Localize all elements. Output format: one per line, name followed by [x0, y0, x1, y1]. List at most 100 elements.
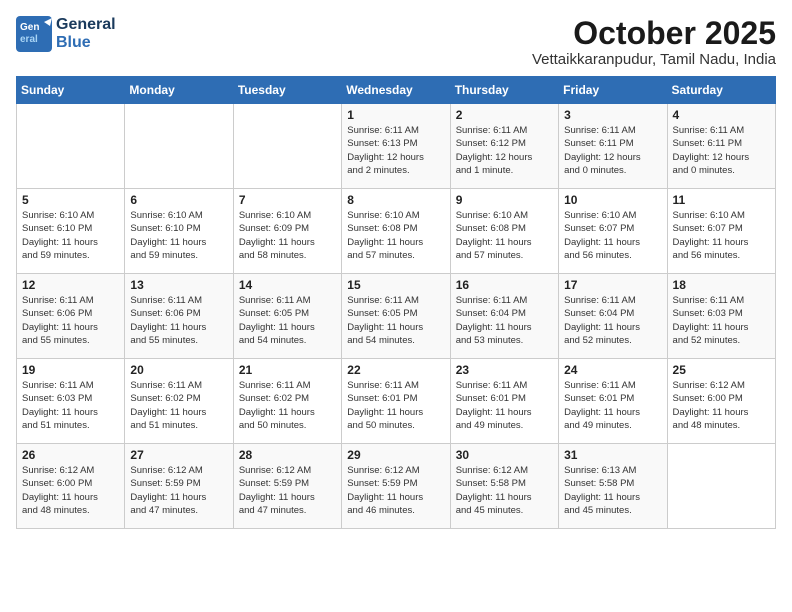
- cell-info: Sunrise: 6:10 AM Sunset: 6:07 PM Dayligh…: [564, 209, 661, 262]
- cell-info: Sunrise: 6:11 AM Sunset: 6:03 PM Dayligh…: [22, 379, 119, 432]
- day-number: 27: [130, 448, 227, 462]
- day-number: 10: [564, 193, 661, 207]
- day-number: 1: [347, 108, 444, 122]
- day-number: 3: [564, 108, 661, 122]
- calendar-cell: 30Sunrise: 6:12 AM Sunset: 5:58 PM Dayli…: [450, 444, 558, 529]
- calendar-cell: 27Sunrise: 6:12 AM Sunset: 5:59 PM Dayli…: [125, 444, 233, 529]
- calendar-cell: 14 Sunrise: 6:11 AM Sunset: 6:05 PM Dayli…: [233, 274, 341, 359]
- day-number: 17: [564, 278, 661, 292]
- day-number: 30: [456, 448, 553, 462]
- day-number: 24: [564, 363, 661, 377]
- column-header-thursday: Thursday: [450, 77, 558, 104]
- day-number: 12: [22, 278, 119, 292]
- calendar-cell: [125, 104, 233, 189]
- calendar-cell: 26Sunrise: 6:12 AM Sunset: 6:00 PM Dayli…: [17, 444, 125, 529]
- calendar-cell: 11 Sunrise: 6:10 AM Sunset: 6:07 PM Dayli…: [667, 189, 775, 274]
- calendar-cell: [233, 104, 341, 189]
- calendar-cell: 9Sunrise: 6:10 AM Sunset: 6:08 PM Daylig…: [450, 189, 558, 274]
- calendar-cell: 1Sunrise: 6:11 AM Sunset: 6:13 PM Daylig…: [342, 104, 450, 189]
- calendar-cell: 29 Sunrise: 6:12 AM Sunset: 5:59 PM Dayli…: [342, 444, 450, 529]
- calendar-header: SundayMondayTuesdayWednesdayThursdayFrid…: [17, 77, 776, 104]
- cell-info: Sunrise: 6:12 AM Sunset: 5:59 PM Dayligh…: [239, 464, 336, 517]
- column-header-tuesday: Tuesday: [233, 77, 341, 104]
- cell-info: Sunrise: 6:11 AM Sunset: 6:05 PM Dayligh…: [347, 294, 444, 347]
- day-number: 6: [130, 193, 227, 207]
- day-number: 14: [239, 278, 336, 292]
- day-number: 5: [22, 193, 119, 207]
- day-number: 11: [673, 193, 770, 207]
- day-number: 2: [456, 108, 553, 122]
- svg-text:eral: eral: [20, 34, 38, 45]
- calendar-cell: 10 Sunrise: 6:10 AM Sunset: 6:07 PM Dayli…: [559, 189, 667, 274]
- week-row-1: 1Sunrise: 6:11 AM Sunset: 6:13 PM Daylig…: [17, 104, 776, 189]
- cell-info: Sunrise: 6:11 AM Sunset: 6:01 PM Dayligh…: [564, 379, 661, 432]
- calendar-cell: 20 Sunrise: 6:11 AM Sunset: 6:02 PM Dayli…: [125, 359, 233, 444]
- day-number: 16: [456, 278, 553, 292]
- cell-info: Sunrise: 6:12 AM Sunset: 5:59 PM Dayligh…: [347, 464, 444, 517]
- cell-info: Sunrise: 6:11 AM Sunset: 6:06 PM Dayligh…: [130, 294, 227, 347]
- page-header: Gen eral General Blue October 2025 Vetta…: [16, 16, 776, 68]
- calendar-cell: 24 Sunrise: 6:11 AM Sunset: 6:01 PM Dayli…: [559, 359, 667, 444]
- calendar-cell: 3 Sunrise: 6:11 AM Sunset: 6:11 PM Daylig…: [559, 104, 667, 189]
- calendar-cell: [667, 444, 775, 529]
- calendar-cell: 4Sunrise: 6:11 AM Sunset: 6:11 PM Daylig…: [667, 104, 775, 189]
- logo-blue: Blue: [56, 34, 91, 52]
- cell-info: Sunrise: 6:11 AM Sunset: 6:06 PM Dayligh…: [22, 294, 119, 347]
- logo: Gen eral General Blue: [16, 16, 116, 52]
- cell-info: Sunrise: 6:11 AM Sunset: 6:01 PM Dayligh…: [456, 379, 553, 432]
- calendar-cell: 8 Sunrise: 6:10 AM Sunset: 6:08 PM Daylig…: [342, 189, 450, 274]
- column-header-wednesday: Wednesday: [342, 77, 450, 104]
- day-number: 7: [239, 193, 336, 207]
- cell-info: Sunrise: 6:11 AM Sunset: 6:04 PM Dayligh…: [456, 294, 553, 347]
- day-number: 20: [130, 363, 227, 377]
- cell-info: Sunrise: 6:11 AM Sunset: 6:02 PM Dayligh…: [130, 379, 227, 432]
- week-row-4: 19 Sunrise: 6:11 AM Sunset: 6:03 PM Dayli…: [17, 359, 776, 444]
- week-row-2: 5 Sunrise: 6:10 AM Sunset: 6:10 PM Daylig…: [17, 189, 776, 274]
- calendar-cell: 13Sunrise: 6:11 AM Sunset: 6:06 PM Dayli…: [125, 274, 233, 359]
- day-number: 22: [347, 363, 444, 377]
- calendar-cell: 2Sunrise: 6:11 AM Sunset: 6:12 PM Daylig…: [450, 104, 558, 189]
- day-number: 18: [673, 278, 770, 292]
- logo-icon: Gen eral: [16, 16, 52, 52]
- calendar-cell: 7 Sunrise: 6:10 AM Sunset: 6:09 PM Daylig…: [233, 189, 341, 274]
- title-block: October 2025 Vettaikkaranpudur, Tamil Na…: [532, 16, 776, 68]
- day-number: 23: [456, 363, 553, 377]
- calendar-body: 1Sunrise: 6:11 AM Sunset: 6:13 PM Daylig…: [17, 104, 776, 529]
- day-number: 19: [22, 363, 119, 377]
- cell-info: Sunrise: 6:10 AM Sunset: 6:08 PM Dayligh…: [347, 209, 444, 262]
- cell-info: Sunrise: 6:11 AM Sunset: 6:02 PM Dayligh…: [239, 379, 336, 432]
- week-row-3: 12 Sunrise: 6:11 AM Sunset: 6:06 PM Dayli…: [17, 274, 776, 359]
- day-number: 21: [239, 363, 336, 377]
- cell-info: Sunrise: 6:10 AM Sunset: 6:10 PM Dayligh…: [130, 209, 227, 262]
- day-number: 4: [673, 108, 770, 122]
- calendar-cell: [17, 104, 125, 189]
- cell-info: Sunrise: 6:11 AM Sunset: 6:01 PM Dayligh…: [347, 379, 444, 432]
- logo-general: General: [56, 16, 116, 34]
- cell-info: Sunrise: 6:12 AM Sunset: 6:00 PM Dayligh…: [673, 379, 770, 432]
- location-subtitle: Vettaikkaranpudur, Tamil Nadu, India: [532, 51, 776, 68]
- calendar-table: SundayMondayTuesdayWednesdayThursdayFrid…: [16, 76, 776, 529]
- column-header-friday: Friday: [559, 77, 667, 104]
- column-header-sunday: Sunday: [17, 77, 125, 104]
- cell-info: Sunrise: 6:10 AM Sunset: 6:10 PM Dayligh…: [22, 209, 119, 262]
- calendar-cell: 15 Sunrise: 6:11 AM Sunset: 6:05 PM Dayli…: [342, 274, 450, 359]
- day-number: 8: [347, 193, 444, 207]
- cell-info: Sunrise: 6:13 AM Sunset: 5:58 PM Dayligh…: [564, 464, 661, 517]
- calendar-cell: 17Sunrise: 6:11 AM Sunset: 6:04 PM Dayli…: [559, 274, 667, 359]
- week-row-5: 26Sunrise: 6:12 AM Sunset: 6:00 PM Dayli…: [17, 444, 776, 529]
- column-header-monday: Monday: [125, 77, 233, 104]
- svg-text:Gen: Gen: [20, 22, 39, 33]
- cell-info: Sunrise: 6:11 AM Sunset: 6:03 PM Dayligh…: [673, 294, 770, 347]
- calendar-cell: 21 Sunrise: 6:11 AM Sunset: 6:02 PM Dayli…: [233, 359, 341, 444]
- header-row: SundayMondayTuesdayWednesdayThursdayFrid…: [17, 77, 776, 104]
- day-number: 25: [673, 363, 770, 377]
- cell-info: Sunrise: 6:12 AM Sunset: 6:00 PM Dayligh…: [22, 464, 119, 517]
- calendar-cell: 28Sunrise: 6:12 AM Sunset: 5:59 PM Dayli…: [233, 444, 341, 529]
- day-number: 15: [347, 278, 444, 292]
- cell-info: Sunrise: 6:11 AM Sunset: 6:11 PM Dayligh…: [564, 124, 661, 177]
- cell-info: Sunrise: 6:11 AM Sunset: 6:05 PM Dayligh…: [239, 294, 336, 347]
- day-number: 29: [347, 448, 444, 462]
- calendar-cell: 22 Sunrise: 6:11 AM Sunset: 6:01 PM Dayli…: [342, 359, 450, 444]
- cell-info: Sunrise: 6:10 AM Sunset: 6:07 PM Dayligh…: [673, 209, 770, 262]
- cell-info: Sunrise: 6:10 AM Sunset: 6:09 PM Dayligh…: [239, 209, 336, 262]
